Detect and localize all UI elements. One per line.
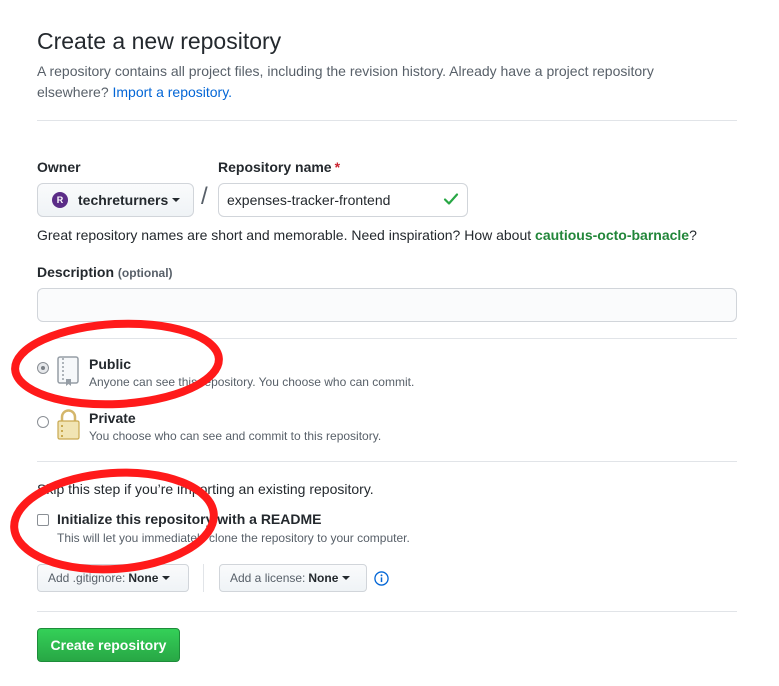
dropdown-separator bbox=[203, 564, 204, 592]
description-input[interactable] bbox=[37, 288, 737, 322]
create-repository-button[interactable]: Create repository bbox=[37, 628, 180, 662]
chevron-down-icon bbox=[172, 198, 181, 202]
optional-tag: (optional) bbox=[117, 266, 173, 280]
description-label-text: Description bbox=[37, 264, 115, 280]
repo-book-icon bbox=[57, 356, 79, 386]
private-title: Private bbox=[89, 410, 136, 426]
owner-avatar: R bbox=[52, 192, 68, 208]
import-repository-link[interactable]: Import a repository. bbox=[113, 84, 233, 100]
init-divider bbox=[37, 461, 737, 462]
public-title: Public bbox=[89, 356, 132, 372]
hint-end: ? bbox=[689, 227, 697, 243]
public-radio[interactable] bbox=[37, 362, 49, 374]
gitignore-value: None bbox=[128, 571, 159, 585]
hint-text: Great repository names are short and mem… bbox=[37, 227, 532, 243]
owner-label: Owner bbox=[37, 159, 81, 175]
owner-name: techreturners bbox=[78, 192, 169, 208]
license-dropdown[interactable]: Add a license: None bbox=[219, 564, 367, 592]
header-divider bbox=[37, 120, 737, 121]
license-label: Add a license: bbox=[230, 571, 306, 585]
public-desc: Anyone can see this repository. You choo… bbox=[89, 375, 415, 389]
chevron-down-icon bbox=[162, 576, 171, 580]
gitignore-dropdown[interactable]: Add .gitignore: None bbox=[37, 564, 189, 592]
owner-dropdown[interactable]: R techreturners bbox=[37, 183, 194, 217]
readme-label[interactable]: Initialize this repository with a README bbox=[57, 511, 321, 527]
readme-checkbox[interactable] bbox=[37, 514, 49, 526]
repo-name-label-text: Repository name bbox=[218, 159, 332, 175]
private-radio[interactable] bbox=[37, 416, 49, 428]
create-repository-page: Create a new repository A repository con… bbox=[0, 0, 779, 686]
repo-name-label: Repository name * bbox=[218, 159, 340, 175]
repository-name-input[interactable] bbox=[218, 183, 468, 217]
page-title: Create a new repository bbox=[37, 28, 282, 54]
info-icon[interactable] bbox=[374, 571, 389, 586]
visibility-divider bbox=[37, 338, 737, 339]
description-label: Description (optional) bbox=[37, 264, 173, 280]
required-marker: * bbox=[334, 159, 341, 175]
suggested-name[interactable]: cautious-octo-barnacle bbox=[535, 227, 689, 243]
submit-divider bbox=[37, 611, 737, 612]
page-subtitle: A repository contains all project files,… bbox=[37, 61, 717, 103]
lock-icon bbox=[57, 409, 80, 440]
private-desc: You choose who can see and commit to thi… bbox=[89, 429, 382, 443]
check-icon bbox=[443, 193, 459, 205]
chevron-down-icon bbox=[342, 576, 351, 580]
skip-step-text: Skip this step if you’re importing an ex… bbox=[37, 481, 374, 497]
readme-desc: This will let you immediately clone the … bbox=[57, 531, 410, 545]
license-value: None bbox=[308, 571, 339, 585]
name-hint: Great repository names are short and mem… bbox=[37, 227, 697, 243]
gitignore-label: Add .gitignore: bbox=[48, 571, 126, 585]
owner-repo-separator: / bbox=[201, 183, 208, 210]
